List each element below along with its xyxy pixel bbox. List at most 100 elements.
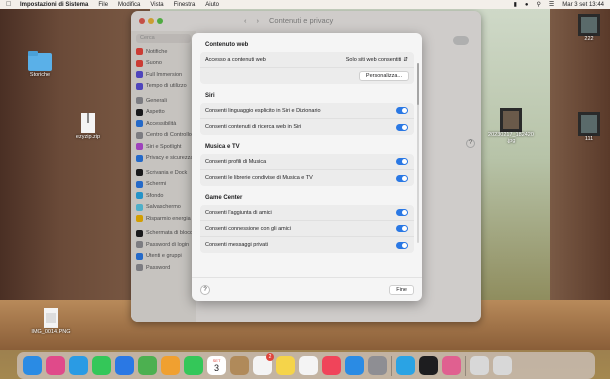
desktop-zip-label: ezyzip.zip	[75, 134, 101, 140]
siri-web-search-label: Consenti contenuti di ricerca web in Sir…	[205, 124, 302, 130]
dock-music-icon[interactable]	[322, 356, 341, 375]
sheet-body: Contenuto web Accesso a contenuti web So…	[192, 33, 422, 277]
gc-messages-label: Consenti messaggi privati	[205, 242, 268, 248]
dock-separator	[391, 355, 392, 376]
desktop-wallpaper-right	[550, 8, 610, 338]
folder-icon	[28, 51, 52, 71]
desktop-image-jpg-label: 20230217_182420 .jpg	[488, 132, 534, 144]
desktop-folder-label: Storiche	[29, 72, 51, 78]
dock-creative-icon[interactable]	[442, 356, 461, 375]
apple-menu-icon[interactable]: 	[6, 1, 14, 8]
content-privacy-sheet: Contenuto web Accesso a contenuti web So…	[192, 33, 422, 301]
dock-mail-icon[interactable]	[115, 356, 134, 375]
gc-messages-toggle[interactable]	[396, 241, 408, 249]
dock-calendar-icon[interactable]: SET 3	[207, 356, 226, 375]
image-thumbnail-icon	[578, 14, 600, 36]
dock-appstore-icon[interactable]	[345, 356, 364, 375]
dock-safari-icon[interactable]	[69, 356, 88, 375]
web-access-value: Solo siti web consentiti	[345, 56, 402, 63]
done-button[interactable]: Fine	[389, 284, 414, 295]
dock-terminal-icon[interactable]	[419, 356, 438, 375]
dock-finder-icon[interactable]	[23, 356, 42, 375]
dock-separator	[465, 355, 466, 376]
desktop-zip-file[interactable]: ezyzip.zip	[70, 112, 106, 140]
dock-downloads-icon[interactable]	[470, 356, 489, 375]
desktop-folder[interactable]: Storiche	[22, 50, 58, 78]
dock-maps-icon[interactable]	[138, 356, 157, 375]
music-shared-toggle[interactable]	[396, 174, 408, 182]
desktop-image-111[interactable]: 111	[576, 112, 602, 142]
row-gc-messages: Consenti messaggi privati	[200, 237, 414, 253]
section-title-music: Musica e TV	[205, 144, 240, 150]
menu-help[interactable]: Aiuto	[205, 2, 219, 8]
row-siri-explicit: Consenti linguaggio esplicito in Siri e …	[200, 103, 414, 119]
row-music-profiles: Consenti profili di Musica	[200, 154, 414, 170]
group-gamecenter: Consenti l'aggiunta di amici Consenti co…	[200, 205, 414, 253]
row-siri-web-search: Consenti contenuti di ricerca web in Sir…	[200, 119, 414, 135]
row-gc-connect: Consenti connessione con gli amici	[200, 221, 414, 237]
group-siri: Consenti linguaggio esplicito in Siri e …	[200, 103, 414, 135]
row-customize: Personalizza...	[200, 68, 414, 84]
reminders-badge: 2	[266, 353, 274, 361]
group-music: Consenti profili di Musica Consenti le l…	[200, 154, 414, 186]
section-title-web: Contenuto web	[205, 42, 249, 48]
menu-clock[interactable]: Mar 3 set 13:44	[562, 2, 604, 8]
row-music-shared: Consenti le librerie condivise di Musica…	[200, 170, 414, 186]
row-web-access: Accesso a contenuti web Solo siti web co…	[200, 52, 414, 68]
music-profiles-toggle[interactable]	[396, 158, 408, 165]
web-access-popup[interactable]: Solo siti web consentiti ⇵	[346, 57, 408, 63]
dock-reminders-icon[interactable]: 2	[253, 353, 274, 375]
dock-freeform-icon[interactable]	[299, 356, 318, 375]
sheet-footer: ? Fine	[192, 277, 422, 301]
menu-bar:  Impostazioni di Sistema File Modifica …	[0, 0, 610, 9]
wifi-icon[interactable]: ●	[525, 2, 529, 8]
desktop-image-jpg[interactable]: 20230217_182420 .jpg	[482, 108, 540, 144]
desktop-image-111-label: 111	[584, 136, 594, 142]
menu-window[interactable]: Finestra	[174, 2, 196, 8]
zip-file-icon	[81, 113, 95, 133]
control-center-icon[interactable]: ☰	[549, 1, 554, 8]
web-access-label: Accesso a contenuti web	[205, 56, 266, 63]
music-profiles-label: Consenti profili di Musica	[205, 158, 267, 165]
dock-trash-icon[interactable]	[493, 356, 512, 375]
group-web: Accesso a contenuti web Solo siti web co…	[200, 52, 414, 84]
siri-explicit-label: Consenti linguaggio esplicito in Siri e …	[205, 107, 321, 114]
section-title-gamecenter: Game Center	[205, 195, 243, 201]
search-icon[interactable]: ⚲	[537, 1, 541, 8]
sheet-scrollbar[interactable]	[417, 63, 419, 243]
menu-view[interactable]: Vista	[150, 2, 163, 8]
desktop-image-222[interactable]: 222	[576, 14, 602, 42]
music-shared-label: Consenti le librerie condivise di Musica…	[205, 175, 313, 181]
dock-facetime-icon[interactable]	[184, 356, 203, 375]
image-thumbnail-icon	[500, 108, 522, 132]
gc-connect-label: Consenti connessione con gli amici	[205, 225, 291, 232]
scrollbar-thumb[interactable]	[417, 63, 419, 105]
desktop-png-label: IMG_0014.PNG	[31, 329, 71, 335]
chevron-updown-icon: ⇵	[403, 56, 408, 63]
desktop-image-222-label: 222	[584, 36, 594, 42]
gc-add-friends-toggle[interactable]	[396, 209, 408, 216]
dock-launchpad-icon[interactable]	[46, 356, 65, 375]
siri-explicit-toggle[interactable]	[396, 107, 408, 114]
dock-photos-icon[interactable]	[161, 356, 180, 375]
gc-connect-toggle[interactable]	[396, 225, 408, 232]
battery-icon[interactable]: ▮	[514, 1, 517, 8]
siri-web-search-toggle[interactable]	[396, 123, 408, 131]
help-button[interactable]: ?	[200, 284, 210, 295]
desktop-png-file[interactable]: IMG_0014.PNG	[30, 307, 72, 335]
dock-settings-icon[interactable]	[368, 356, 387, 375]
image-thumbnail-icon	[578, 112, 600, 136]
section-title-siri: Siri	[205, 93, 215, 99]
menu-edit[interactable]: Modifica	[118, 2, 140, 8]
menu-app-name[interactable]: Impostazioni di Sistema	[20, 2, 88, 8]
dock-contacts-icon[interactable]	[230, 356, 249, 375]
dock-messages-icon[interactable]	[92, 356, 111, 375]
dock-telegram-icon[interactable]	[396, 356, 415, 375]
customize-button[interactable]: Personalizza...	[358, 70, 409, 81]
dock: SET 3 2	[17, 352, 595, 379]
dock-notes-icon[interactable]	[276, 356, 295, 375]
row-gc-add-friends: Consenti l'aggiunta di amici	[200, 205, 414, 221]
menu-file[interactable]: File	[98, 2, 108, 8]
image-file-icon	[44, 308, 58, 328]
calendar-day: 3	[213, 363, 219, 373]
